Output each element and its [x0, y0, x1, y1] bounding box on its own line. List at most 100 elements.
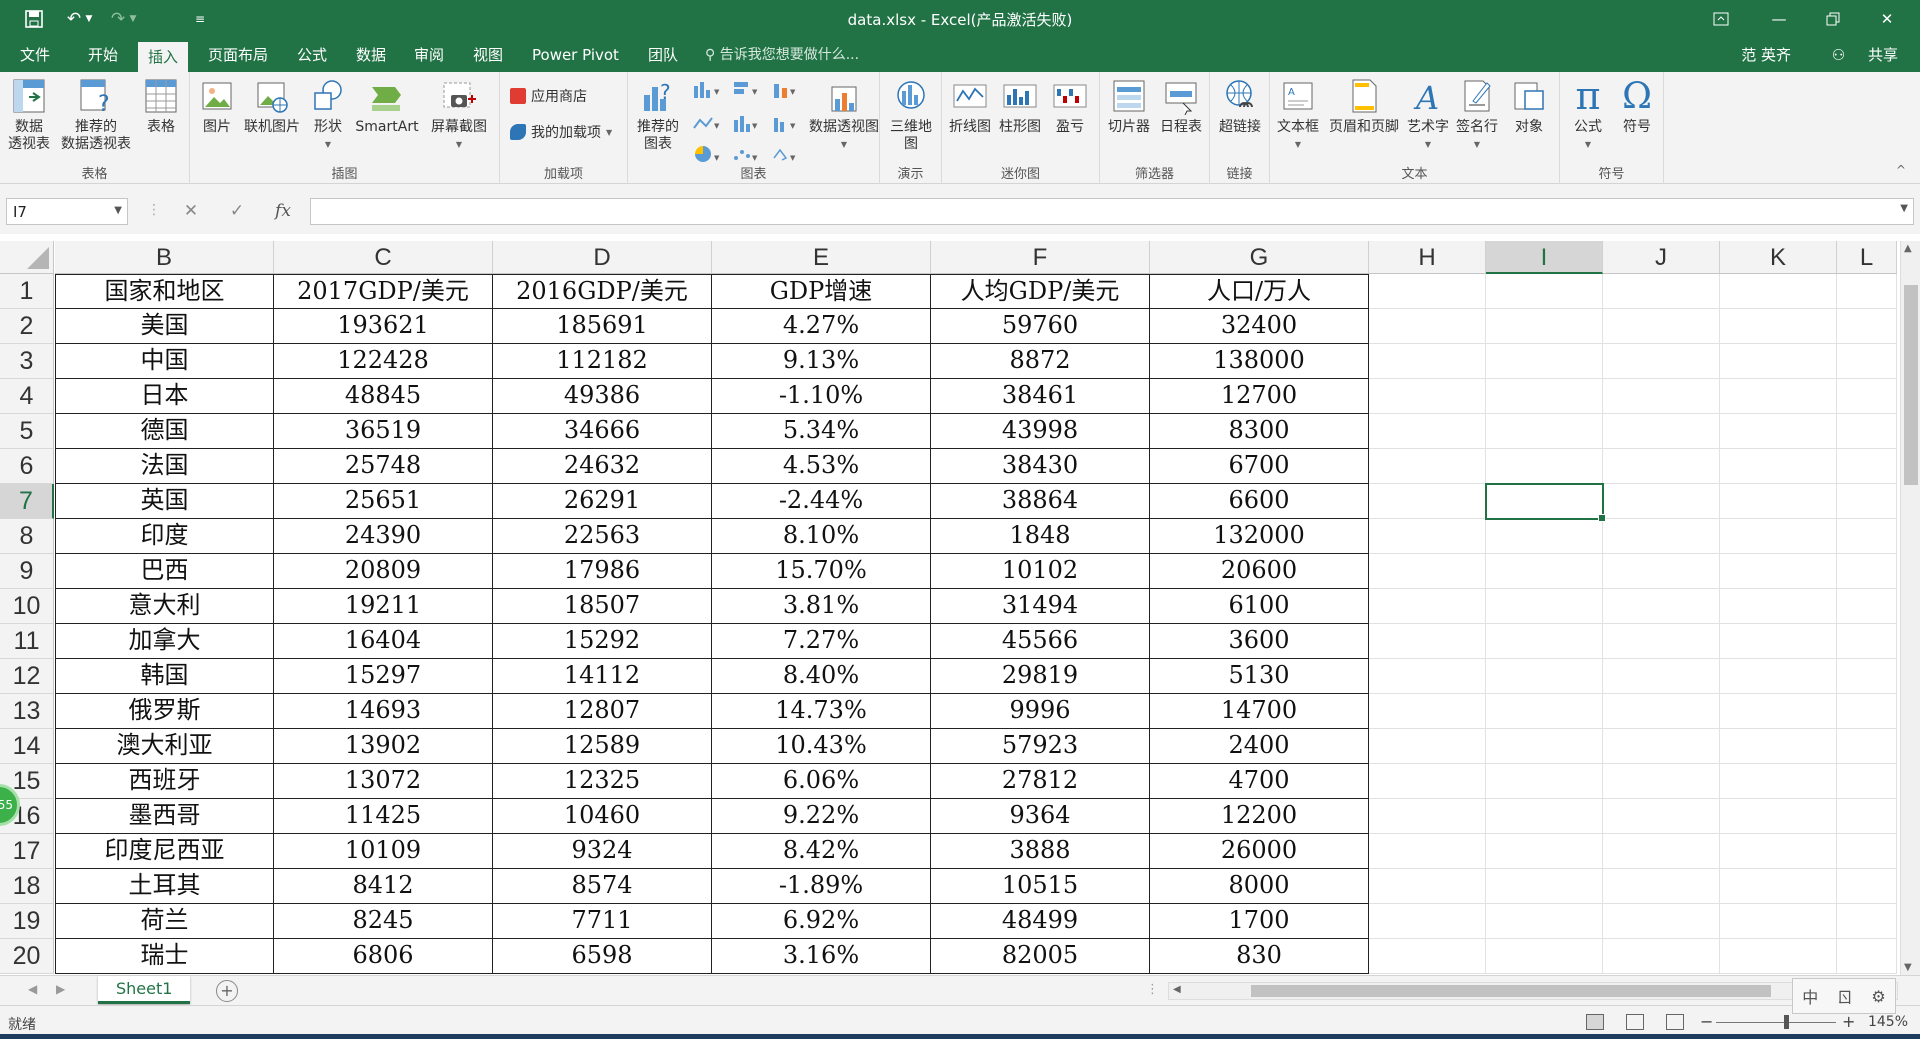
cell-h4[interactable] — [1369, 379, 1486, 414]
cell-e12[interactable]: 8.40% — [712, 659, 931, 694]
cell-f3[interactable]: 8872 — [931, 344, 1150, 379]
scroll-down-icon[interactable]: ▼ — [1904, 962, 1912, 973]
cell-c9[interactable]: 20809 — [274, 554, 493, 589]
smartart-button[interactable]: SmartArt — [352, 76, 422, 136]
online-picture-button[interactable]: 联机图片 — [240, 76, 304, 136]
scroll-up-icon[interactable]: ▲ — [1904, 243, 1912, 254]
cell-j8[interactable] — [1603, 519, 1720, 554]
worksheet-grid[interactable]: BCDEFGHIJKL 1 2 3 4 5 6 7 8 9 10 11 12 13 14 15 16 17 18 1… — [0, 241, 1920, 975]
cell-g19[interactable]: 1700 — [1150, 904, 1369, 939]
row-header-14[interactable]: 14 — [0, 729, 54, 764]
cell-l12[interactable] — [1837, 659, 1897, 694]
cell-e10[interactable]: 3.81% — [712, 589, 931, 624]
cell-j12[interactable] — [1603, 659, 1720, 694]
cell-f2[interactable]: 59760 — [931, 309, 1150, 344]
slicer-button[interactable]: 切片器 — [1104, 76, 1154, 136]
tab-formulas[interactable]: 公式 — [287, 38, 337, 72]
cell-i19[interactable] — [1486, 904, 1603, 939]
cell-b3[interactable]: 中国 — [55, 344, 274, 379]
row-header-5[interactable]: 5 — [0, 414, 54, 449]
cell-f16[interactable]: 9364 — [931, 799, 1150, 834]
cell-c17[interactable]: 10109 — [274, 834, 493, 869]
cell-e13[interactable]: 14.73% — [712, 694, 931, 729]
row-header-8[interactable]: 8 — [0, 519, 54, 554]
3d-map-button[interactable]: 三维地 图 — [884, 76, 938, 153]
cell-l14[interactable] — [1837, 729, 1897, 764]
add-sheet-icon[interactable]: + — [216, 980, 238, 1002]
cell-c4[interactable]: 48845 — [274, 379, 493, 414]
cell-f5[interactable]: 43998 — [931, 414, 1150, 449]
cell-d17[interactable]: 9324 — [493, 834, 712, 869]
cell-h17[interactable] — [1369, 834, 1486, 869]
cell-f4[interactable]: 38461 — [931, 379, 1150, 414]
tab-file[interactable]: 文件 — [10, 38, 60, 72]
cell-d15[interactable]: 12325 — [493, 764, 712, 799]
customize-toolbar-icon[interactable]: ≡ — [186, 5, 214, 33]
zoom-out-icon[interactable]: − — [1700, 1012, 1713, 1031]
cell-f18[interactable]: 10515 — [931, 869, 1150, 904]
cell-i6[interactable] — [1486, 449, 1603, 484]
cell-k2[interactable] — [1720, 309, 1837, 344]
cell-c10[interactable]: 19211 — [274, 589, 493, 624]
cell-i3[interactable] — [1486, 344, 1603, 379]
zoom-slider-thumb[interactable] — [1784, 1015, 1789, 1029]
close-icon[interactable]: ✕ — [1864, 0, 1910, 38]
cell-k10[interactable] — [1720, 589, 1837, 624]
cell-k6[interactable] — [1720, 449, 1837, 484]
cell-d6[interactable]: 24632 — [493, 449, 712, 484]
cell-d18[interactable]: 8574 — [493, 869, 712, 904]
row-header-7[interactable]: 7 — [0, 484, 54, 519]
cell-d19[interactable]: 7711 — [493, 904, 712, 939]
cell-l18[interactable] — [1837, 869, 1897, 904]
cell-j18[interactable] — [1603, 869, 1720, 904]
cell-c11[interactable]: 16404 — [274, 624, 493, 659]
cell-k8[interactable] — [1720, 519, 1837, 554]
cell-b9[interactable]: 巴西 — [55, 554, 274, 589]
row-header-20[interactable]: 20 — [0, 939, 54, 974]
cell-j17[interactable] — [1603, 834, 1720, 869]
cell-h18[interactable] — [1369, 869, 1486, 904]
cell-d1[interactable]: 2016GDP/美元 — [493, 274, 712, 309]
cell-k4[interactable] — [1720, 379, 1837, 414]
cell-h10[interactable] — [1369, 589, 1486, 624]
cell-i20[interactable] — [1486, 939, 1603, 974]
symbol-button[interactable]: Ω 符号 — [1614, 76, 1660, 136]
cell-h12[interactable] — [1369, 659, 1486, 694]
cell-e15[interactable]: 6.06% — [712, 764, 931, 799]
tab-splitter-icon[interactable]: ⋮ — [1146, 982, 1159, 997]
cell-g9[interactable]: 20600 — [1150, 554, 1369, 589]
cell-g11[interactable]: 3600 — [1150, 624, 1369, 659]
cell-k13[interactable] — [1720, 694, 1837, 729]
row-header-10[interactable]: 10 — [0, 589, 54, 624]
cell-d3[interactable]: 112182 — [493, 344, 712, 379]
tab-power-pivot[interactable]: Power Pivot — [522, 38, 629, 72]
cell-e20[interactable]: 3.16% — [712, 939, 931, 974]
cell-j20[interactable] — [1603, 939, 1720, 974]
cell-g6[interactable]: 6700 — [1150, 449, 1369, 484]
cell-g13[interactable]: 14700 — [1150, 694, 1369, 729]
picture-button[interactable]: 图片 — [194, 76, 240, 136]
cell-l19[interactable] — [1837, 904, 1897, 939]
cell-c13[interactable]: 14693 — [274, 694, 493, 729]
cell-h20[interactable] — [1369, 939, 1486, 974]
winloss-sparkline-button[interactable]: 盈亏 — [1046, 76, 1094, 136]
name-box[interactable]: I7 ▼ — [6, 198, 128, 225]
cell-k20[interactable] — [1720, 939, 1837, 974]
equation-button[interactable]: π 公式 ▼ — [1564, 76, 1612, 153]
select-all-corner[interactable] — [0, 241, 54, 274]
cell-d7[interactable]: 26291 — [493, 484, 712, 519]
redo-dropdown-icon[interactable]: ▼ — [126, 5, 140, 33]
cell-e5[interactable]: 5.34% — [712, 414, 931, 449]
cell-f10[interactable]: 31494 — [931, 589, 1150, 624]
tab-insert[interactable]: 插入 — [138, 42, 189, 72]
cell-k5[interactable] — [1720, 414, 1837, 449]
row-header-6[interactable]: 6 — [0, 449, 54, 484]
column-header-c[interactable]: C — [274, 241, 493, 274]
cell-k3[interactable] — [1720, 344, 1837, 379]
ime-punctuation-icon[interactable]: ㄖ — [1837, 984, 1853, 1008]
cell-j1[interactable] — [1603, 274, 1720, 309]
header-footer-button[interactable]: 页眉和页脚 — [1324, 76, 1404, 136]
cell-e3[interactable]: 9.13% — [712, 344, 931, 379]
cell-g17[interactable]: 26000 — [1150, 834, 1369, 869]
cell-h19[interactable] — [1369, 904, 1486, 939]
